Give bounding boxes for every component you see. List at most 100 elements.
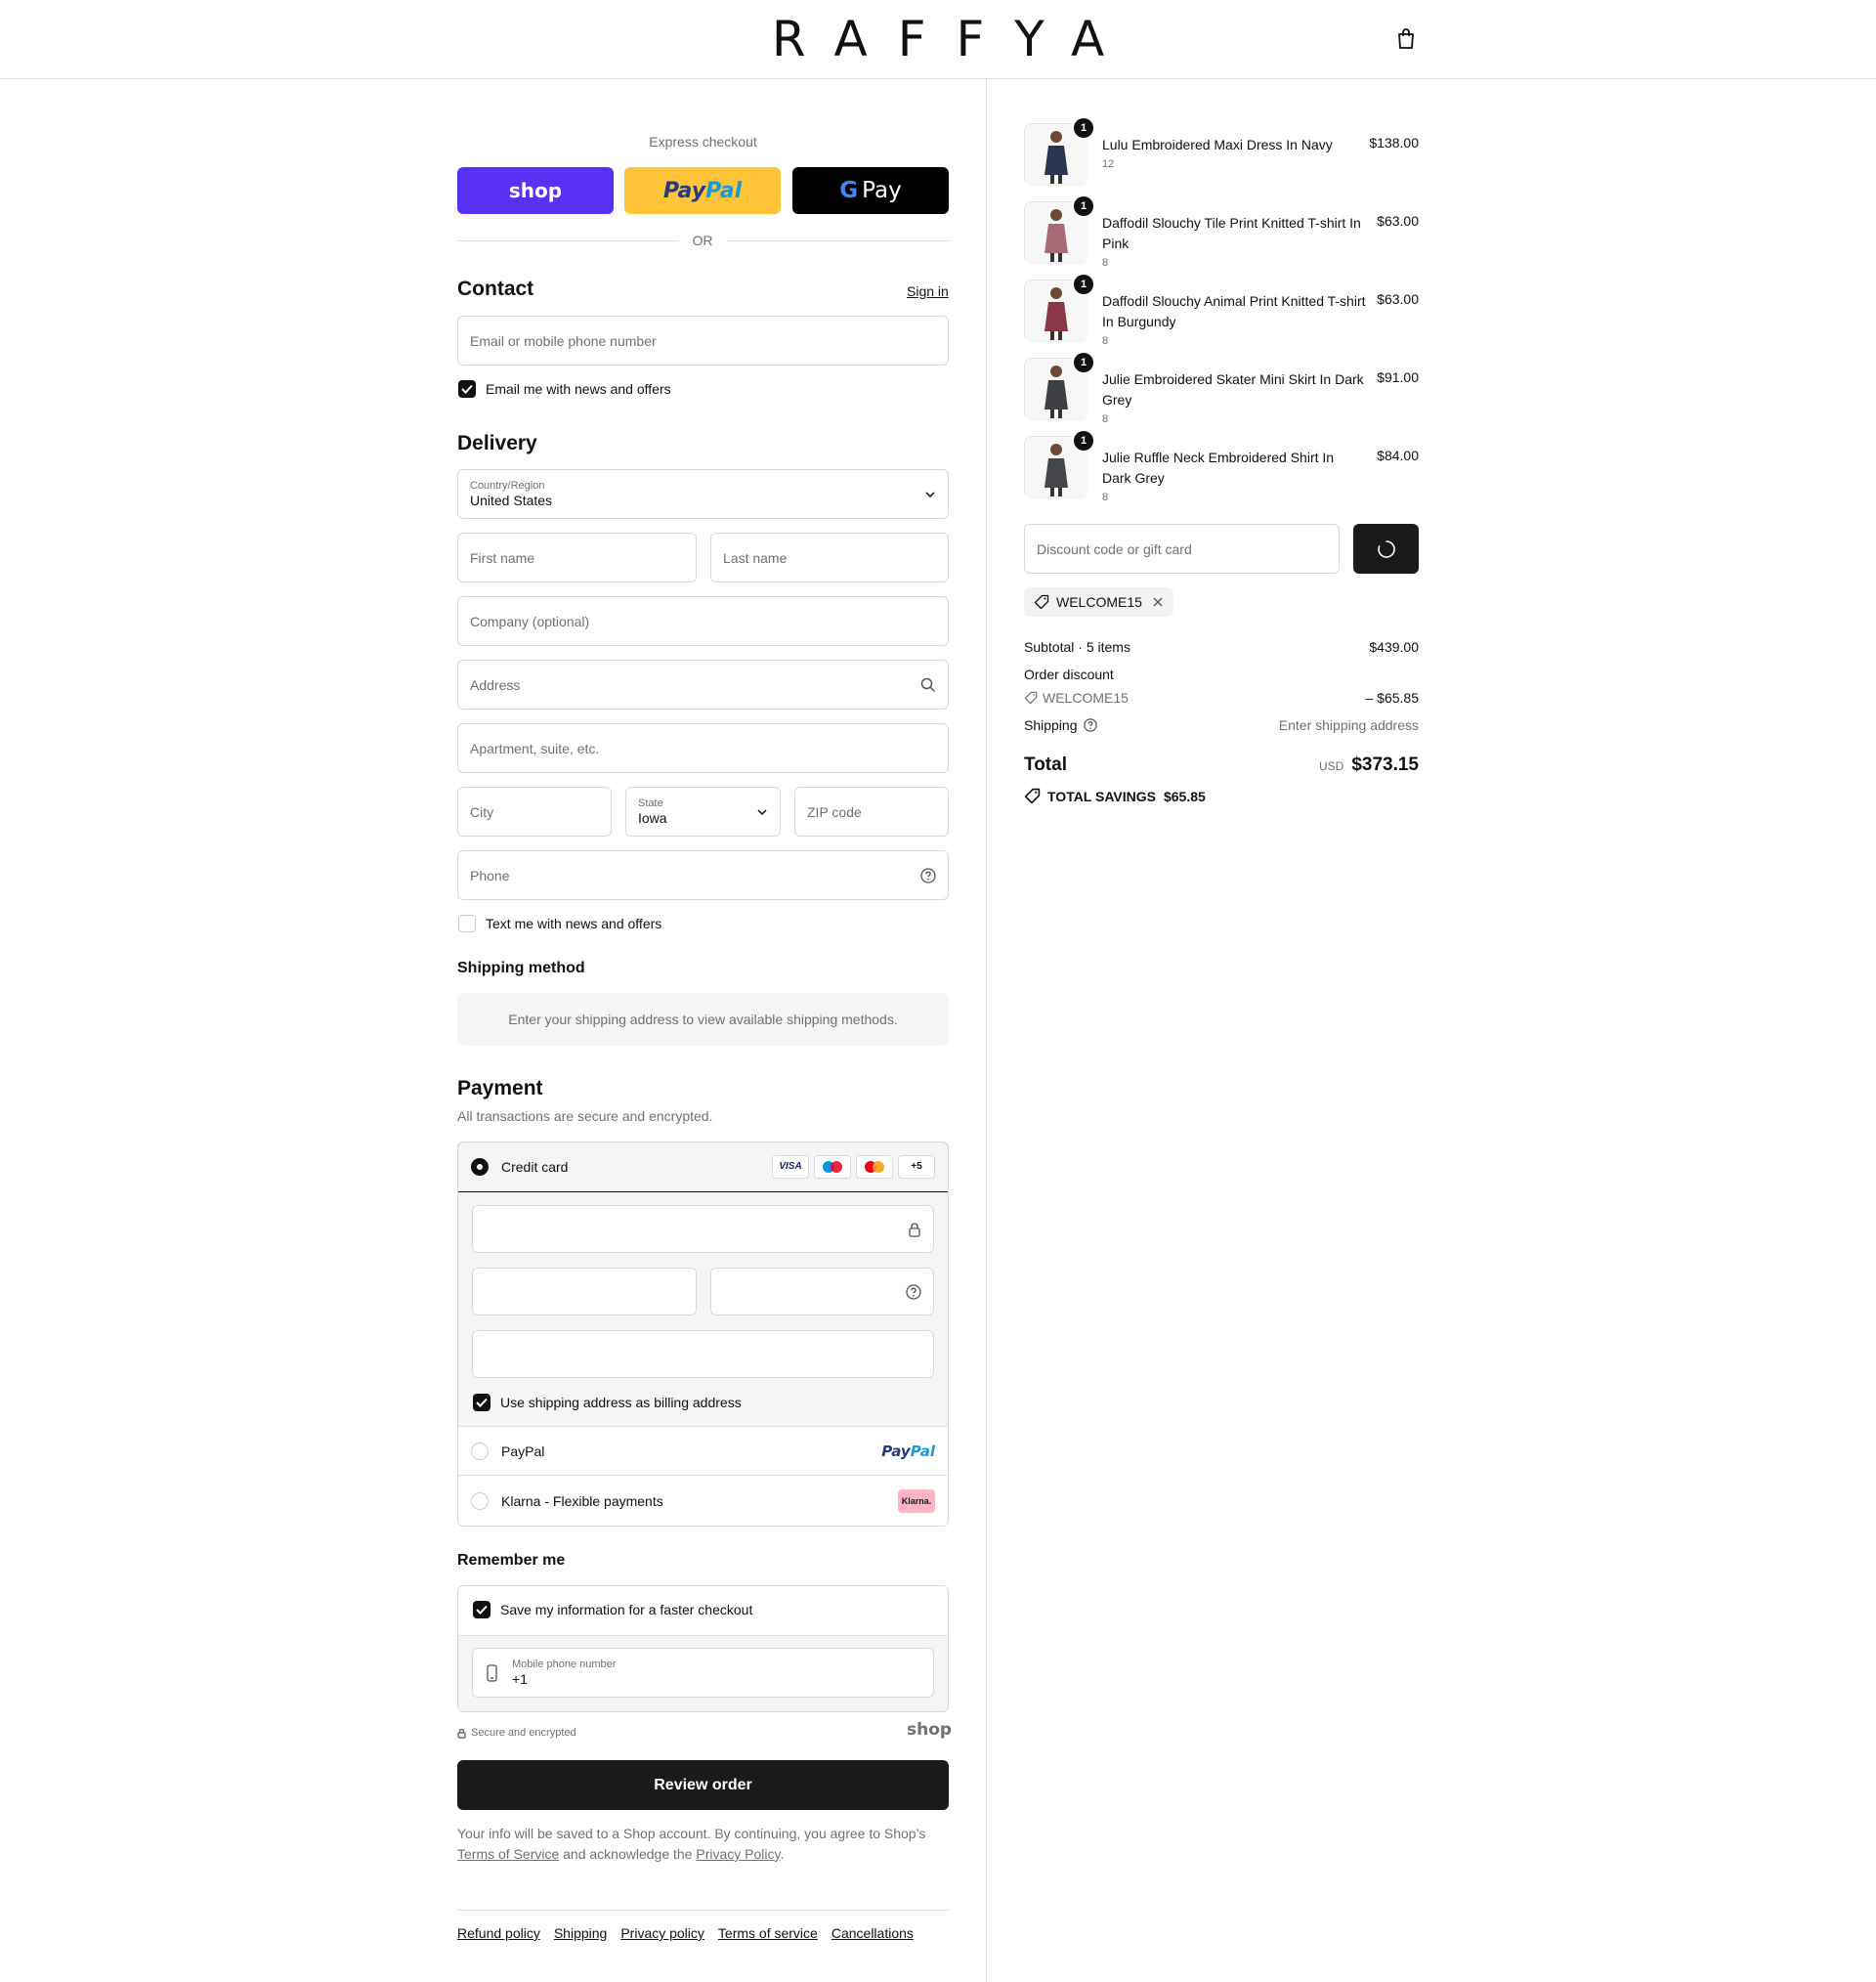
apartment-field[interactable]: Apartment, suite, etc. [457,723,949,773]
discount-code-field[interactable]: Discount code or gift card [1024,524,1340,574]
apartment-placeholder: Apartment, suite, etc. [470,740,600,756]
email-field[interactable]: Email or mobile phone number [457,316,949,366]
shop-terms-link[interactable]: Terms of Service [457,1846,559,1862]
credit-card-row[interactable]: Credit card VISA +5 [458,1142,949,1191]
text-news-label: Text me with news and offers [486,916,662,931]
legal-notice: Your info will be saved to a Shop accoun… [457,1824,949,1865]
legal-text-3: . [780,1846,785,1862]
company-placeholder: Company (optional) [470,613,590,629]
save-info-checkbox[interactable] [473,1601,490,1618]
cart-item-price: $84.00 [1377,448,1419,463]
state-select[interactable]: State Iowa [625,787,781,837]
credit-card-radio[interactable] [471,1157,489,1176]
tag-icon [1034,594,1049,610]
paypal-label: PayPal [501,1443,545,1459]
check-icon [476,1605,488,1615]
shopping-bag-icon[interactable] [1395,27,1417,51]
paypal-option[interactable]: PayPal PayPal [458,1427,949,1476]
cancellations-link[interactable]: Cancellations [831,1925,914,1941]
shipping-policy-link[interactable]: Shipping [554,1925,608,1941]
klarna-label: Klarna - Flexible payments [501,1493,663,1509]
mobile-phone-field[interactable]: Mobile phone number +1 [472,1648,934,1698]
phone-field[interactable]: Phone [457,850,949,900]
paypal-express-button[interactable]: PayPal [624,167,781,214]
more-cards-badge: +5 [898,1154,935,1179]
google-g-icon: G [839,178,859,203]
refund-policy-link[interactable]: Refund policy [457,1925,540,1941]
address-field[interactable]: Address [457,660,949,710]
paypal-radio[interactable] [471,1442,489,1460]
text-news-checkbox[interactable] [458,915,476,932]
city-field[interactable]: City [457,787,612,837]
help-icon[interactable] [920,867,936,883]
apply-discount-button[interactable] [1353,524,1419,574]
last-name-field[interactable]: Last name [710,533,949,582]
lock-icon [909,1222,920,1237]
shipping-value: Enter shipping address [1278,717,1419,733]
help-icon[interactable] [906,1283,921,1300]
cart-item-variant: 8 [1102,335,1109,347]
country-select[interactable]: Country/Region United States [457,469,949,519]
cart-item-thumbnail: 1 [1024,431,1093,499]
cart-item-quantity-badge: 1 [1074,431,1093,451]
name-on-card-field[interactable] [472,1330,934,1378]
sign-in-link[interactable]: Sign in [907,283,949,299]
cart-item-quantity-badge: 1 [1074,196,1093,216]
cart-item-thumbnail: 1 [1024,353,1093,421]
zip-field[interactable]: ZIP code [794,787,949,837]
order-discount-code: WELCOME15 [1043,690,1129,706]
address-placeholder: Address [470,676,521,693]
klarna-option[interactable]: Klarna - Flexible payments Klarna. [458,1477,949,1526]
cart-item-thumbnail: 1 [1024,118,1093,187]
close-icon[interactable] [1152,596,1164,608]
save-info-label: Save my information for a faster checkou… [500,1602,753,1617]
or-label: OR [692,233,713,248]
company-field[interactable]: Company (optional) [457,596,949,646]
google-pay-button[interactable]: G Pay [792,167,949,214]
tag-icon [1024,691,1038,705]
shop-pay-button[interactable]: shop [457,167,614,214]
total-savings-label: TOTAL SAVINGS [1047,788,1156,804]
subtotal-label: Subtotal · 5 items [1024,639,1130,655]
paypal-logo: PayPal [881,1442,935,1460]
total-value: $373.15 [1351,754,1419,775]
review-order-button[interactable]: Review order [457,1760,949,1810]
or-divider-left [457,240,678,241]
cart-item-price: $63.00 [1377,213,1419,229]
shop-privacy-link[interactable]: Privacy Policy [696,1846,780,1862]
total-savings-value: $65.85 [1163,788,1206,804]
security-code-field[interactable] [710,1268,934,1315]
email-news-checkbox[interactable] [458,380,476,398]
shipping-method-notice: Enter your shipping address to view avai… [457,993,949,1046]
order-discount-label: Order discount [1024,667,1114,682]
cart-item-quantity-badge: 1 [1074,353,1093,372]
cart-item-variant: 8 [1102,413,1109,425]
order-summary-panel [987,79,1876,1982]
zip-placeholder: ZIP code [807,803,862,820]
state-value: Iowa [638,810,667,826]
card-number-field[interactable] [472,1205,934,1253]
loading-spinner-icon [1377,539,1395,558]
brand-logo[interactable]: RAFFYA [0,8,1876,70]
cart-item-variant: 12 [1102,158,1115,170]
city-placeholder: City [470,803,494,820]
phone-placeholder: Phone [470,867,510,883]
terms-of-service-link[interactable]: Terms of service [718,1925,818,1941]
klarna-radio[interactable] [471,1492,489,1510]
applied-discount-code: WELCOME15 [1056,594,1142,610]
first-name-field[interactable]: First name [457,533,697,582]
last-name-placeholder: Last name [723,549,788,566]
expiration-date-field[interactable] [472,1268,697,1315]
mastercard-icon [856,1154,893,1179]
shipping-label: Shipping [1024,717,1078,733]
header: RAFFYA [0,0,1876,79]
help-icon[interactable] [1083,718,1097,732]
billing-address-checkbox[interactable] [473,1394,490,1411]
footer-divider [457,1910,949,1911]
mobile-phone-value: +1 [512,1671,528,1687]
visa-icon: VISA [772,1154,809,1179]
contact-heading: Contact [457,278,534,300]
state-label: State [638,797,663,809]
privacy-policy-link[interactable]: Privacy policy [620,1925,704,1941]
cart-item-thumbnail: 1 [1024,275,1093,343]
